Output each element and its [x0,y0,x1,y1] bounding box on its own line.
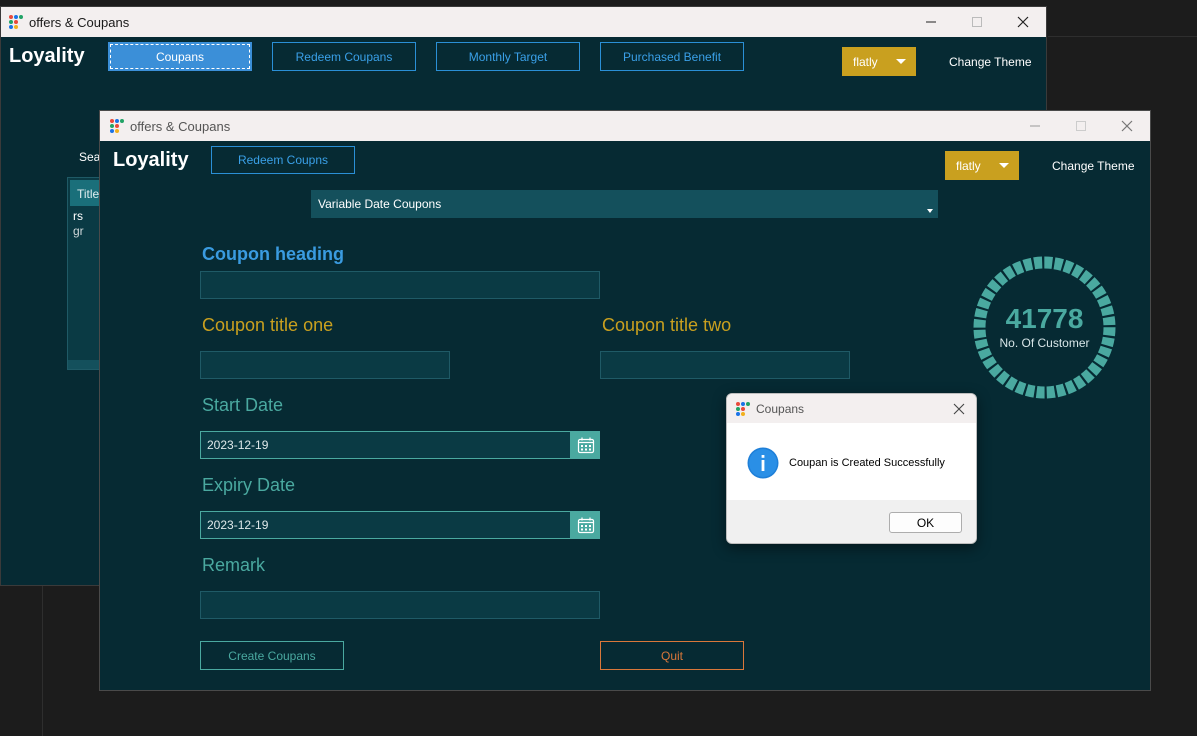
dialog-body: Coupan is Created Successfully [727,423,976,500]
customer-meter: 41778 No. Of Customer [972,255,1117,400]
dialog-title: Coupans [756,401,805,416]
nav-redeem-coupans[interactable]: Redeem Coupans [272,42,416,71]
brand-title: Loyality [113,149,189,171]
dialog-footer: OK [727,500,976,543]
start-date-label: Start Date [202,395,284,415]
theme-label: flatly [956,158,981,173]
desktop-divider [1048,36,1197,37]
theme-dropdown[interactable]: flatly [945,151,1019,180]
dialog-message: Coupan is Created Successfully [789,457,945,469]
maximize-icon [972,17,982,27]
ok-button[interactable]: OK [889,512,962,533]
calendar-icon [577,517,594,534]
coupon-title-one-label: Coupon title one [202,315,334,335]
dialog-titlebar: Coupans [727,394,976,423]
info-icon [747,447,779,479]
close-icon [953,403,965,414]
expiry-date-label: Expiry Date [202,475,296,495]
theme-label: flatly [853,54,878,69]
nav-coupans[interactable]: Coupans [108,42,252,71]
coupon-type-value: Variable Date Coupons [318,197,442,211]
close-icon [1017,16,1029,28]
minimize-icon [1030,125,1040,127]
table-row[interactable]: rs [73,209,83,223]
change-theme-button[interactable]: Change Theme [1052,159,1135,173]
front-window: offers & Coupans Loyality Redeem Coupns … [99,110,1151,691]
back-window-titlebar: offers & Coupans [1,7,1046,37]
nav-purchased-benefit[interactable]: Purchased Benefit [600,42,744,71]
coupon-title-two-input[interactable] [600,351,850,379]
nav-monthly-target[interactable]: Monthly Target [436,42,580,71]
minimize-icon [926,21,936,23]
brand-title: Loyality [9,45,85,67]
minimize-button[interactable] [908,7,954,37]
close-icon [1121,120,1133,132]
success-dialog: Coupans Coupan is Created Successfully O… [726,393,977,544]
app-logo-icon [110,119,124,133]
coupon-heading-label: Coupon heading [202,244,344,264]
minimize-button[interactable] [1012,111,1058,141]
maximize-button[interactable] [954,7,1000,37]
maximize-icon [1076,121,1086,131]
meter-label: No. Of Customer [999,336,1090,350]
maximize-button[interactable] [1058,111,1104,141]
calendar-icon [577,437,594,454]
start-date-input[interactable]: 2023-12-19 [200,431,571,459]
desktop-divider [42,586,43,736]
create-coupans-button[interactable]: Create Coupans [200,641,344,670]
expiry-date-input[interactable]: 2023-12-19 [200,511,571,539]
app-logo-icon [736,401,750,416]
window-title: offers & Coupans [130,118,231,134]
chevron-down-icon [886,47,916,76]
coupon-title-two-label: Coupon title two [602,315,732,335]
quit-button[interactable]: Quit [600,641,744,670]
start-date-calendar-button[interactable] [571,431,600,459]
coupon-title-one-input[interactable] [200,351,450,379]
app-logo-icon [9,15,23,29]
remark-input[interactable] [200,591,600,619]
close-button[interactable] [1000,7,1046,37]
dialog-close-button[interactable] [942,394,976,423]
front-window-titlebar: offers & Coupans [100,111,1150,141]
redeem-coupns-button[interactable]: Redeem Coupns [211,146,355,174]
table-row[interactable]: gr [73,224,84,238]
meter-value: 41778 [1005,303,1084,334]
remark-label: Remark [202,555,266,575]
theme-dropdown[interactable]: flatly [842,47,916,76]
coupon-type-select[interactable]: Variable Date Coupons [311,190,938,218]
change-theme-button[interactable]: Change Theme [949,55,1032,69]
close-button[interactable] [1104,111,1150,141]
chevron-down-icon [989,151,1019,180]
window-title: offers & Coupans [29,14,130,30]
chevron-down-icon [927,209,933,213]
coupon-heading-input[interactable] [200,271,600,299]
expiry-date-calendar-button[interactable] [571,511,600,539]
